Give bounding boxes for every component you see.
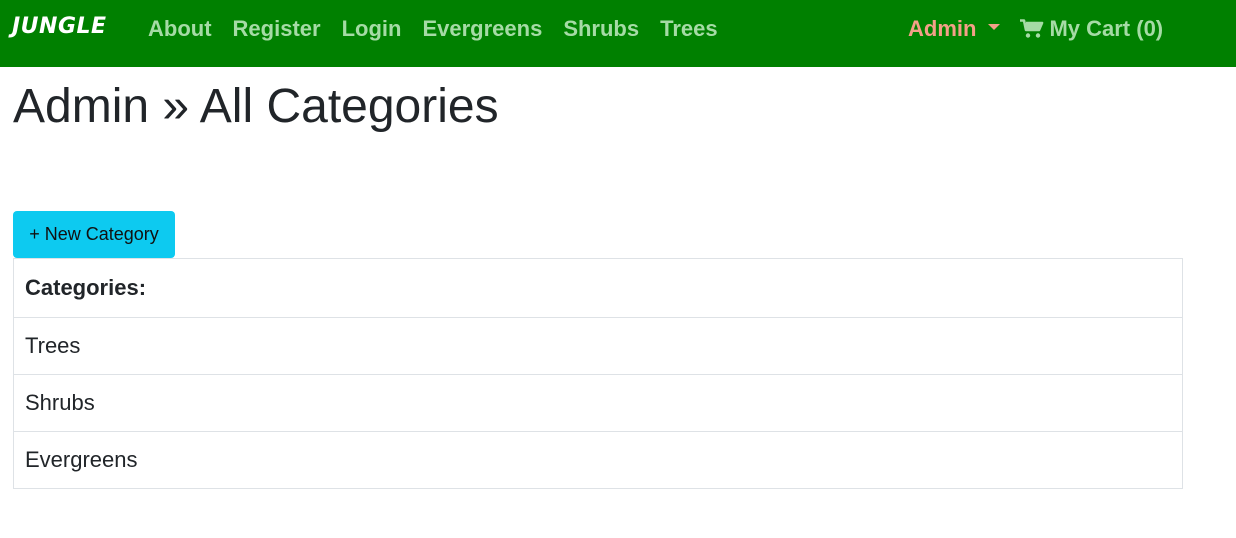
cart-label: My Cart (0) (1049, 16, 1164, 41)
nav-link-login[interactable]: Login (342, 16, 402, 42)
table-header: Categories: (13, 258, 1183, 318)
nav-links: About Register Login Evergreens Shrubs T… (148, 0, 739, 58)
nav-link-trees[interactable]: Trees (660, 16, 718, 42)
chevron-down-icon (988, 24, 1001, 30)
shopping-cart-icon (1020, 19, 1044, 38)
table-row: Evergreens (13, 431, 1183, 489)
nav-link-register[interactable]: Register (233, 16, 321, 42)
nav-right: Admin My Cart (0) (908, 0, 1163, 58)
navbar: JUNGLE About Register Login Evergreens S… (0, 0, 1236, 67)
table-header-row: Categories: (13, 258, 1183, 318)
new-category-button[interactable]: + New Category (13, 211, 175, 258)
nav-link-evergreens[interactable]: Evergreens (422, 16, 542, 42)
category-cell-trees: Trees (13, 317, 1183, 375)
table-row: Trees (13, 317, 1183, 375)
nav-link-about[interactable]: About (148, 16, 212, 42)
table-row: Shrubs (13, 374, 1183, 432)
nav-link-shrubs[interactable]: Shrubs (563, 16, 639, 42)
cart-link[interactable]: My Cart (0) (1020, 16, 1163, 42)
admin-dropdown-toggle[interactable]: Admin (908, 16, 1001, 42)
category-cell-evergreens: Evergreens (13, 431, 1183, 489)
brand-logo[interactable]: JUNGLE (12, 14, 107, 39)
category-cell-shrubs: Shrubs (13, 374, 1183, 432)
page-title: Admin » All Categories (13, 80, 499, 133)
admin-label: Admin (908, 16, 977, 41)
categories-table: Categories: Trees Shrubs Evergreens (13, 258, 1183, 489)
